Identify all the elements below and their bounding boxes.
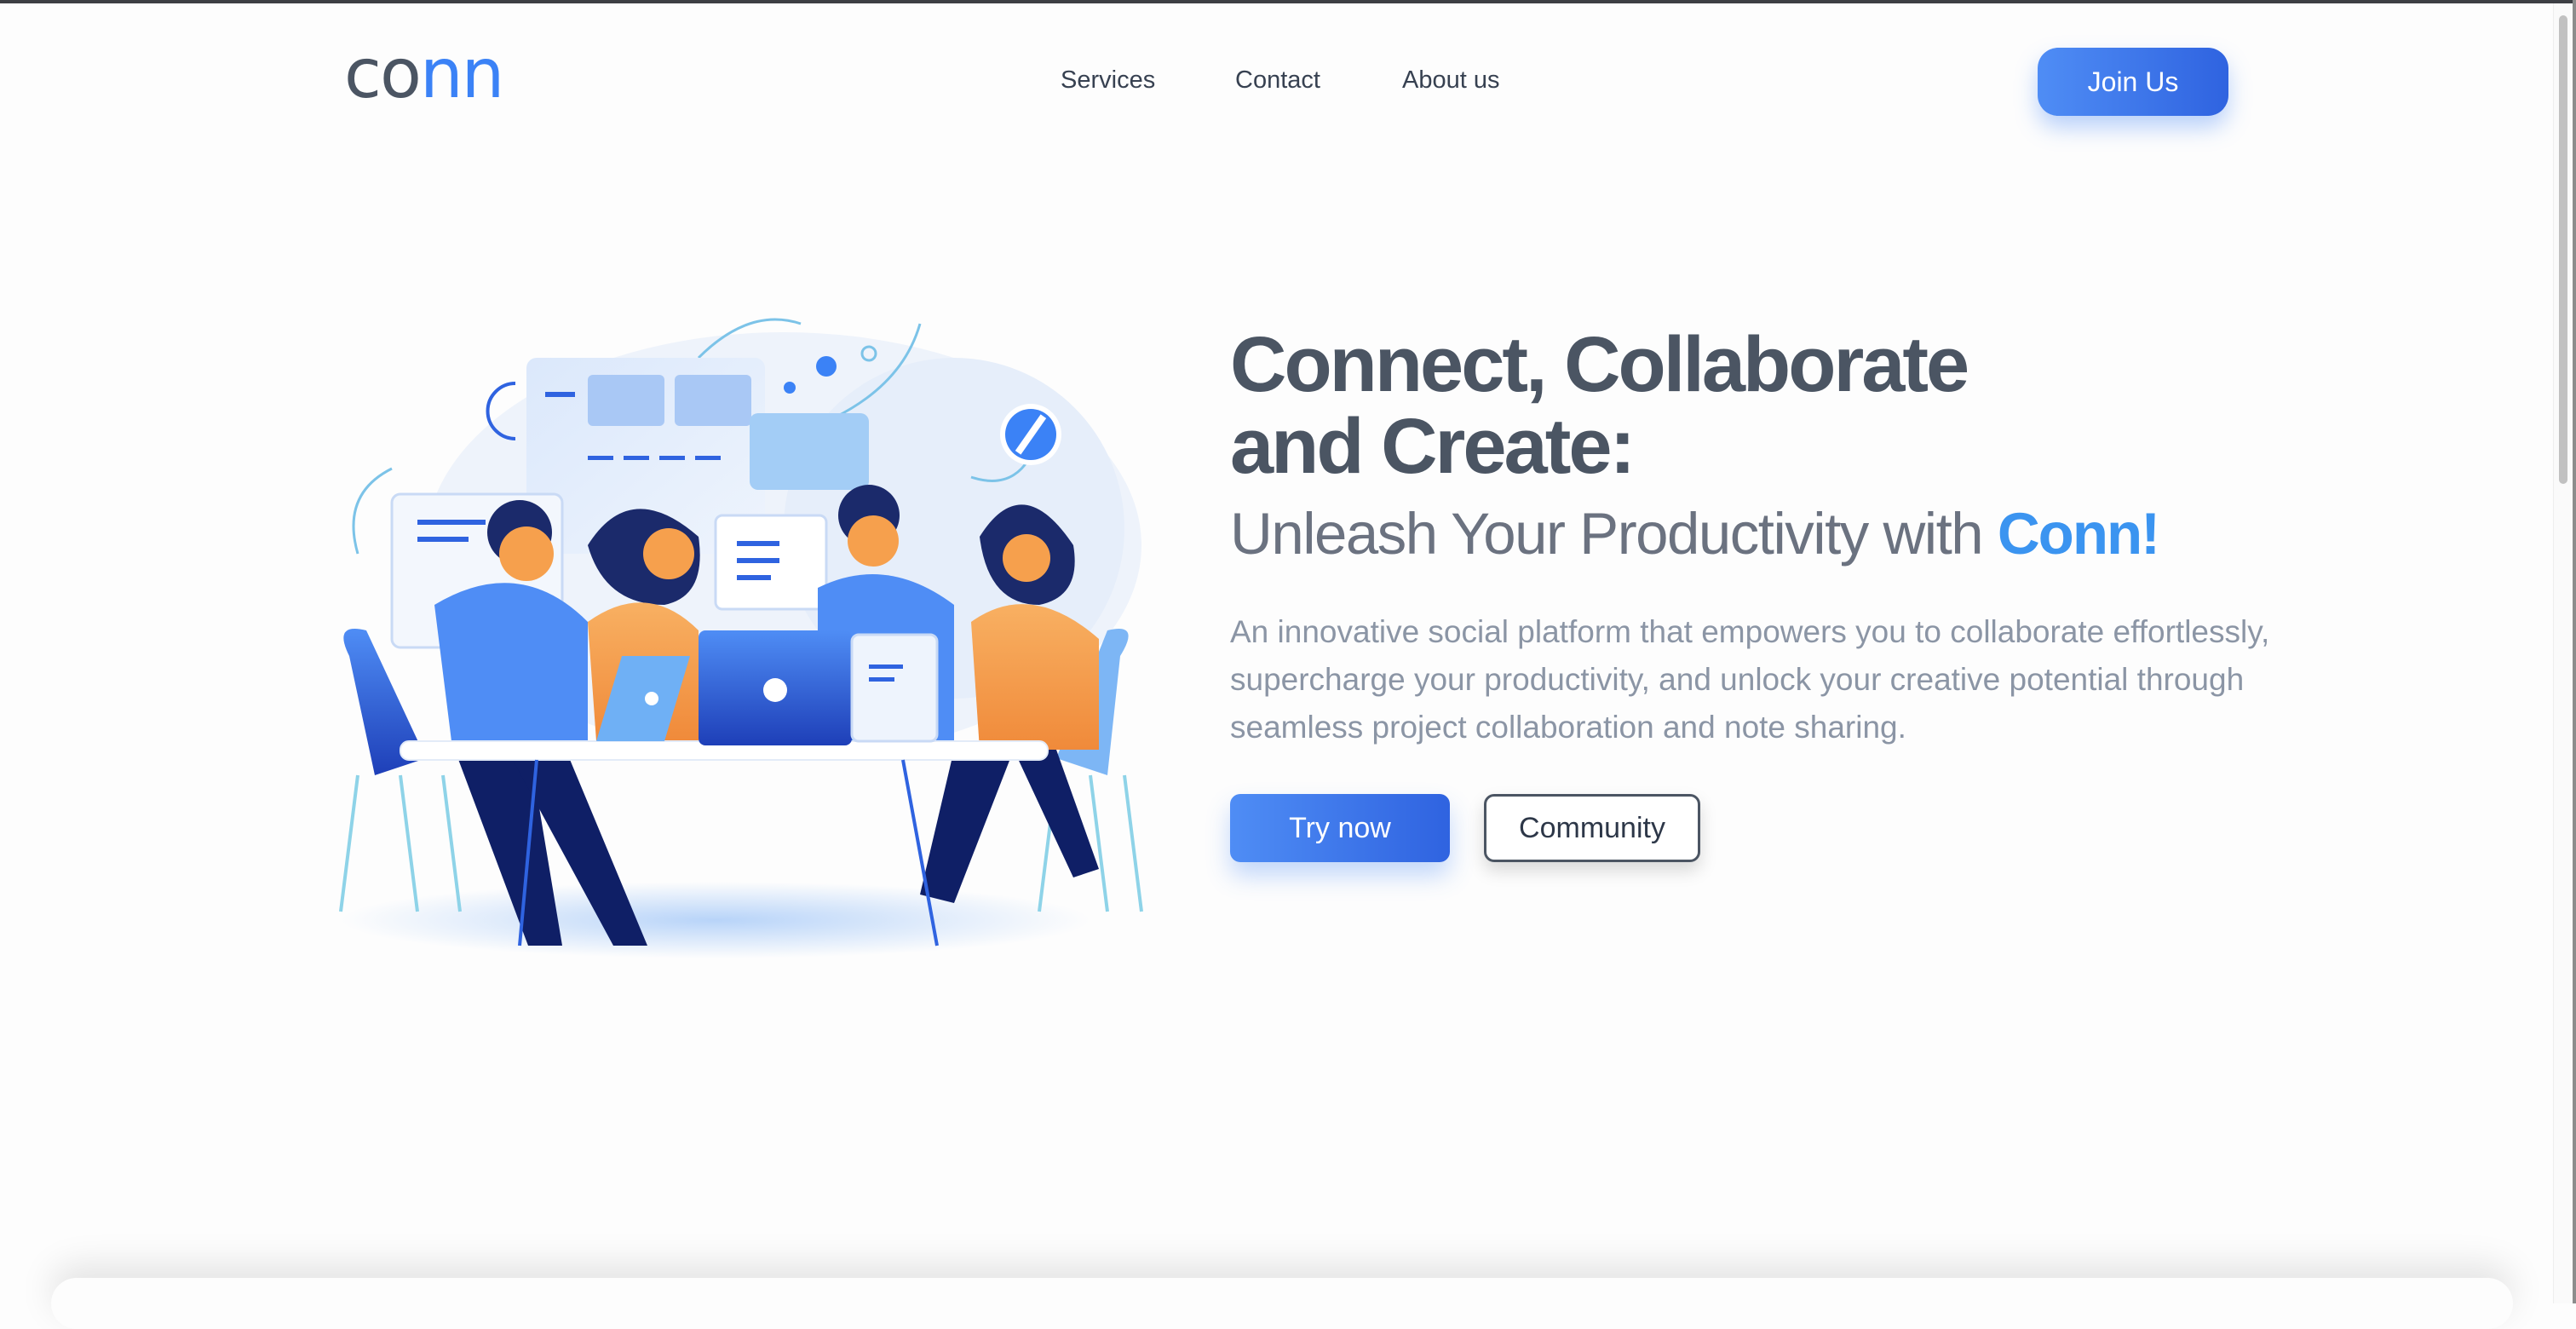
team-collaboration-illustration — [339, 318, 1143, 958]
logo-text-nn: nn — [419, 34, 504, 113]
window-top-border — [0, 0, 2576, 3]
join-us-button[interactable]: Join Us — [2038, 48, 2228, 116]
hero-title: Connect, Collaborate and Create: — [1230, 324, 2167, 487]
hero-title-line-2: and Create: — [1230, 403, 1636, 490]
hero-subtitle-text: Unleash Your Productivity with — [1230, 501, 1998, 567]
section-divider-shadow — [51, 1278, 2513, 1329]
brand-logo[interactable]: conn — [344, 40, 504, 108]
scrollbar[interactable] — [2553, 3, 2573, 1303]
try-now-button[interactable]: Try now — [1230, 794, 1450, 862]
logo-text-co: co — [344, 34, 422, 113]
hero-subtitle: Unleash Your Productivity with Conn! — [1230, 499, 2160, 569]
scrollbar-thumb[interactable] — [2559, 15, 2567, 484]
nav-about-us[interactable]: About us — [1402, 66, 1499, 95]
community-button[interactable]: Community — [1484, 794, 1700, 862]
nav-services[interactable]: Services — [1061, 66, 1155, 95]
nav-contact[interactable]: Contact — [1235, 66, 1320, 95]
hero-description: An innovative social platform that empow… — [1230, 614, 2270, 745]
hero-subtitle-brand: Conn! — [1997, 501, 2160, 567]
hero-title-line-1: Connect, Collaborate — [1230, 321, 1969, 408]
window-right-border — [2573, 0, 2576, 1303]
